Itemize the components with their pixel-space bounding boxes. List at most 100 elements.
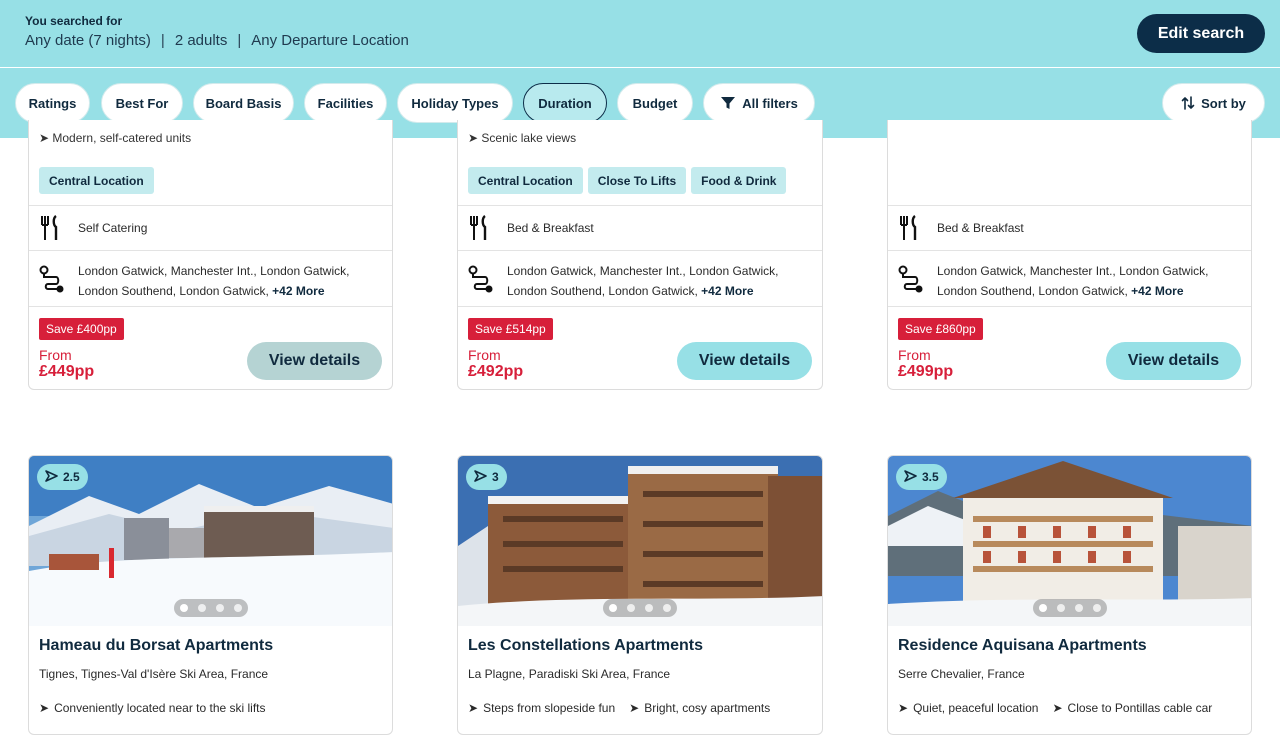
all-filters-button[interactable]: All filters: [703, 83, 815, 123]
tag: Central Location: [39, 167, 154, 194]
rating-badge: 3.5: [896, 464, 947, 490]
view-details-button[interactable]: View details: [1106, 342, 1241, 380]
cutlery-icon: [39, 215, 63, 246]
feature-list: ➤ Steps from slopeside fun ➤ Bright, cos…: [468, 701, 770, 715]
hotel-name[interactable]: Les Constellations Apartments: [468, 637, 703, 655]
price-amount: £449pp: [39, 363, 95, 380]
tag: Central Location: [468, 167, 583, 194]
departure-airports-text: London Gatwick, Manchester Int., London …: [507, 264, 779, 298]
image-carousel-dots[interactable]: [603, 599, 677, 617]
holiday-card: ➤ Modern, self-catered units Central Loc…: [28, 120, 393, 390]
cutlery-icon: [898, 215, 922, 246]
tripadvisor-icon: [474, 469, 488, 485]
search-summary-text: Any date (7 nights) | 2 adults | Any Departu…: [25, 32, 409, 49]
carousel-dot[interactable]: [1092, 604, 1101, 612]
holiday-card: ➤ Scenic lake views Central Location Clo…: [457, 120, 823, 390]
highlight-item: ➤ Modern, self-catered units: [39, 131, 192, 145]
search-summary-bar: You searched for Any date (7 nights) | 2 a…: [0, 0, 1280, 67]
search-summary-label: You searched for: [25, 14, 123, 28]
highlight-item: ➤ Scenic lake views: [468, 131, 577, 145]
all-filters-label: All filters: [742, 95, 798, 111]
tag-list: Central Location Close To Lifts Food & D…: [468, 167, 787, 194]
image-carousel-dots[interactable]: [1032, 599, 1107, 617]
from-label: From: [468, 347, 501, 363]
price-row: Save £860pp From £499pp View details: [888, 306, 1251, 389]
image-carousel-dots[interactable]: [173, 599, 248, 617]
separator: |: [160, 32, 165, 49]
board-basis-text: Bed & Breakfast: [507, 221, 594, 235]
feature-item: ➤ Close to Pontillas cable car: [1052, 701, 1213, 715]
tripadvisor-icon: [904, 469, 918, 485]
from-label: From: [898, 347, 931, 363]
tag-list: Central Location: [39, 167, 154, 194]
holiday-card[interactable]: 3 Les Constellations Apartments La Plagn…: [457, 455, 823, 735]
tag: Close To Lifts: [587, 167, 687, 194]
departure-airports-text: London Gatwick, Manchester Int., London …: [937, 264, 1209, 298]
departure-airports-text: London Gatwick, Manchester Int., London …: [78, 264, 350, 298]
rating-value: 3: [492, 470, 499, 484]
filter-holiday-types[interactable]: Holiday Types: [397, 83, 513, 123]
carousel-dot[interactable]: [1038, 604, 1047, 612]
departure-airports-row: London Gatwick, Manchester Int., London …: [29, 250, 392, 306]
sort-by-button[interactable]: Sort by: [1162, 83, 1265, 123]
hotel-photo[interactable]: 2.5: [29, 456, 392, 626]
funnel-icon: [720, 95, 736, 111]
rating-value: 2.5: [63, 470, 80, 484]
carousel-dot[interactable]: [233, 604, 242, 612]
carousel-dot[interactable]: [645, 604, 653, 612]
hotel-location: Tignes, Tignes-Val d'Isère Ski Area, Fra…: [39, 667, 269, 681]
route-icon: [898, 265, 924, 298]
save-badge: Save £514pp: [468, 318, 553, 340]
route-icon: [468, 265, 494, 298]
filter-best-for[interactable]: Best For: [101, 83, 183, 123]
rating-value: 3.5: [922, 470, 939, 484]
save-badge: Save £860pp: [898, 318, 983, 340]
edit-search-button[interactable]: Edit search: [1137, 14, 1265, 53]
holiday-card: Bed & Breakfast London Gatwick, Manchest…: [887, 120, 1252, 390]
view-details-button[interactable]: View details: [677, 342, 812, 380]
feature-list: ➤ Quiet, peaceful location ➤ Close to Po…: [898, 701, 1212, 715]
carousel-dot[interactable]: [609, 604, 617, 612]
hotel-photo[interactable]: 3.5: [888, 456, 1251, 626]
carousel-dot[interactable]: [197, 604, 206, 612]
filter-budget[interactable]: Budget: [617, 83, 693, 123]
feature-item: ➤ Quiet, peaceful location: [898, 701, 1039, 715]
more-airports-link[interactable]: +42 More: [701, 284, 753, 298]
board-basis-row: Self Catering: [29, 205, 392, 250]
price-amount: £499pp: [898, 363, 954, 380]
route-icon: [39, 265, 65, 298]
carousel-dot[interactable]: [179, 604, 188, 612]
filter-duration[interactable]: Duration: [523, 83, 607, 123]
hotel-name[interactable]: Hameau du Borsat Apartments: [39, 637, 273, 655]
holiday-card[interactable]: 2.5 Hameau du Borsat Apartments Tignes, …: [28, 455, 393, 735]
carousel-dot[interactable]: [1056, 604, 1065, 612]
filter-board-basis[interactable]: Board Basis: [193, 83, 294, 123]
tripadvisor-icon: [45, 469, 59, 485]
carousel-dot[interactable]: [1074, 604, 1083, 612]
more-airports-link[interactable]: +42 More: [272, 284, 324, 298]
board-basis-text: Bed & Breakfast: [937, 221, 1024, 235]
hotel-name[interactable]: Residence Aquisana Apartments: [898, 637, 1147, 655]
board-basis-row: Bed & Breakfast: [458, 205, 822, 250]
feature-item: ➤ Steps from slopeside fun: [468, 701, 616, 715]
price-amount: £492pp: [468, 363, 524, 380]
rating-badge: 2.5: [37, 464, 88, 490]
hotel-location: Serre Chevalier, France: [898, 667, 1025, 681]
carousel-dot[interactable]: [663, 604, 671, 612]
more-airports-link[interactable]: +42 More: [1131, 284, 1183, 298]
filter-ratings[interactable]: Ratings: [15, 83, 90, 123]
view-details-button[interactable]: View details: [247, 342, 382, 380]
price-row: Save £400pp From £449pp View details: [29, 306, 392, 389]
from-label: From: [39, 347, 72, 363]
holiday-card[interactable]: 3.5 Residence Aquisana Apartments Serre …: [887, 455, 1252, 735]
filter-facilities[interactable]: Facilities: [304, 83, 387, 123]
feature-item: ➤ Conveniently located near to the ski l…: [39, 701, 266, 715]
save-badge: Save £400pp: [39, 318, 124, 340]
carousel-dot[interactable]: [215, 604, 224, 612]
hotel-photo[interactable]: 3: [458, 456, 822, 626]
feature-item: ➤ Bright, cosy apartments: [629, 701, 771, 715]
price-row: Save £514pp From £492pp View details: [458, 306, 822, 389]
tag: Food & Drink: [691, 167, 787, 194]
carousel-dot[interactable]: [627, 604, 635, 612]
departure-airports-row: London Gatwick, Manchester Int., London …: [888, 250, 1251, 306]
